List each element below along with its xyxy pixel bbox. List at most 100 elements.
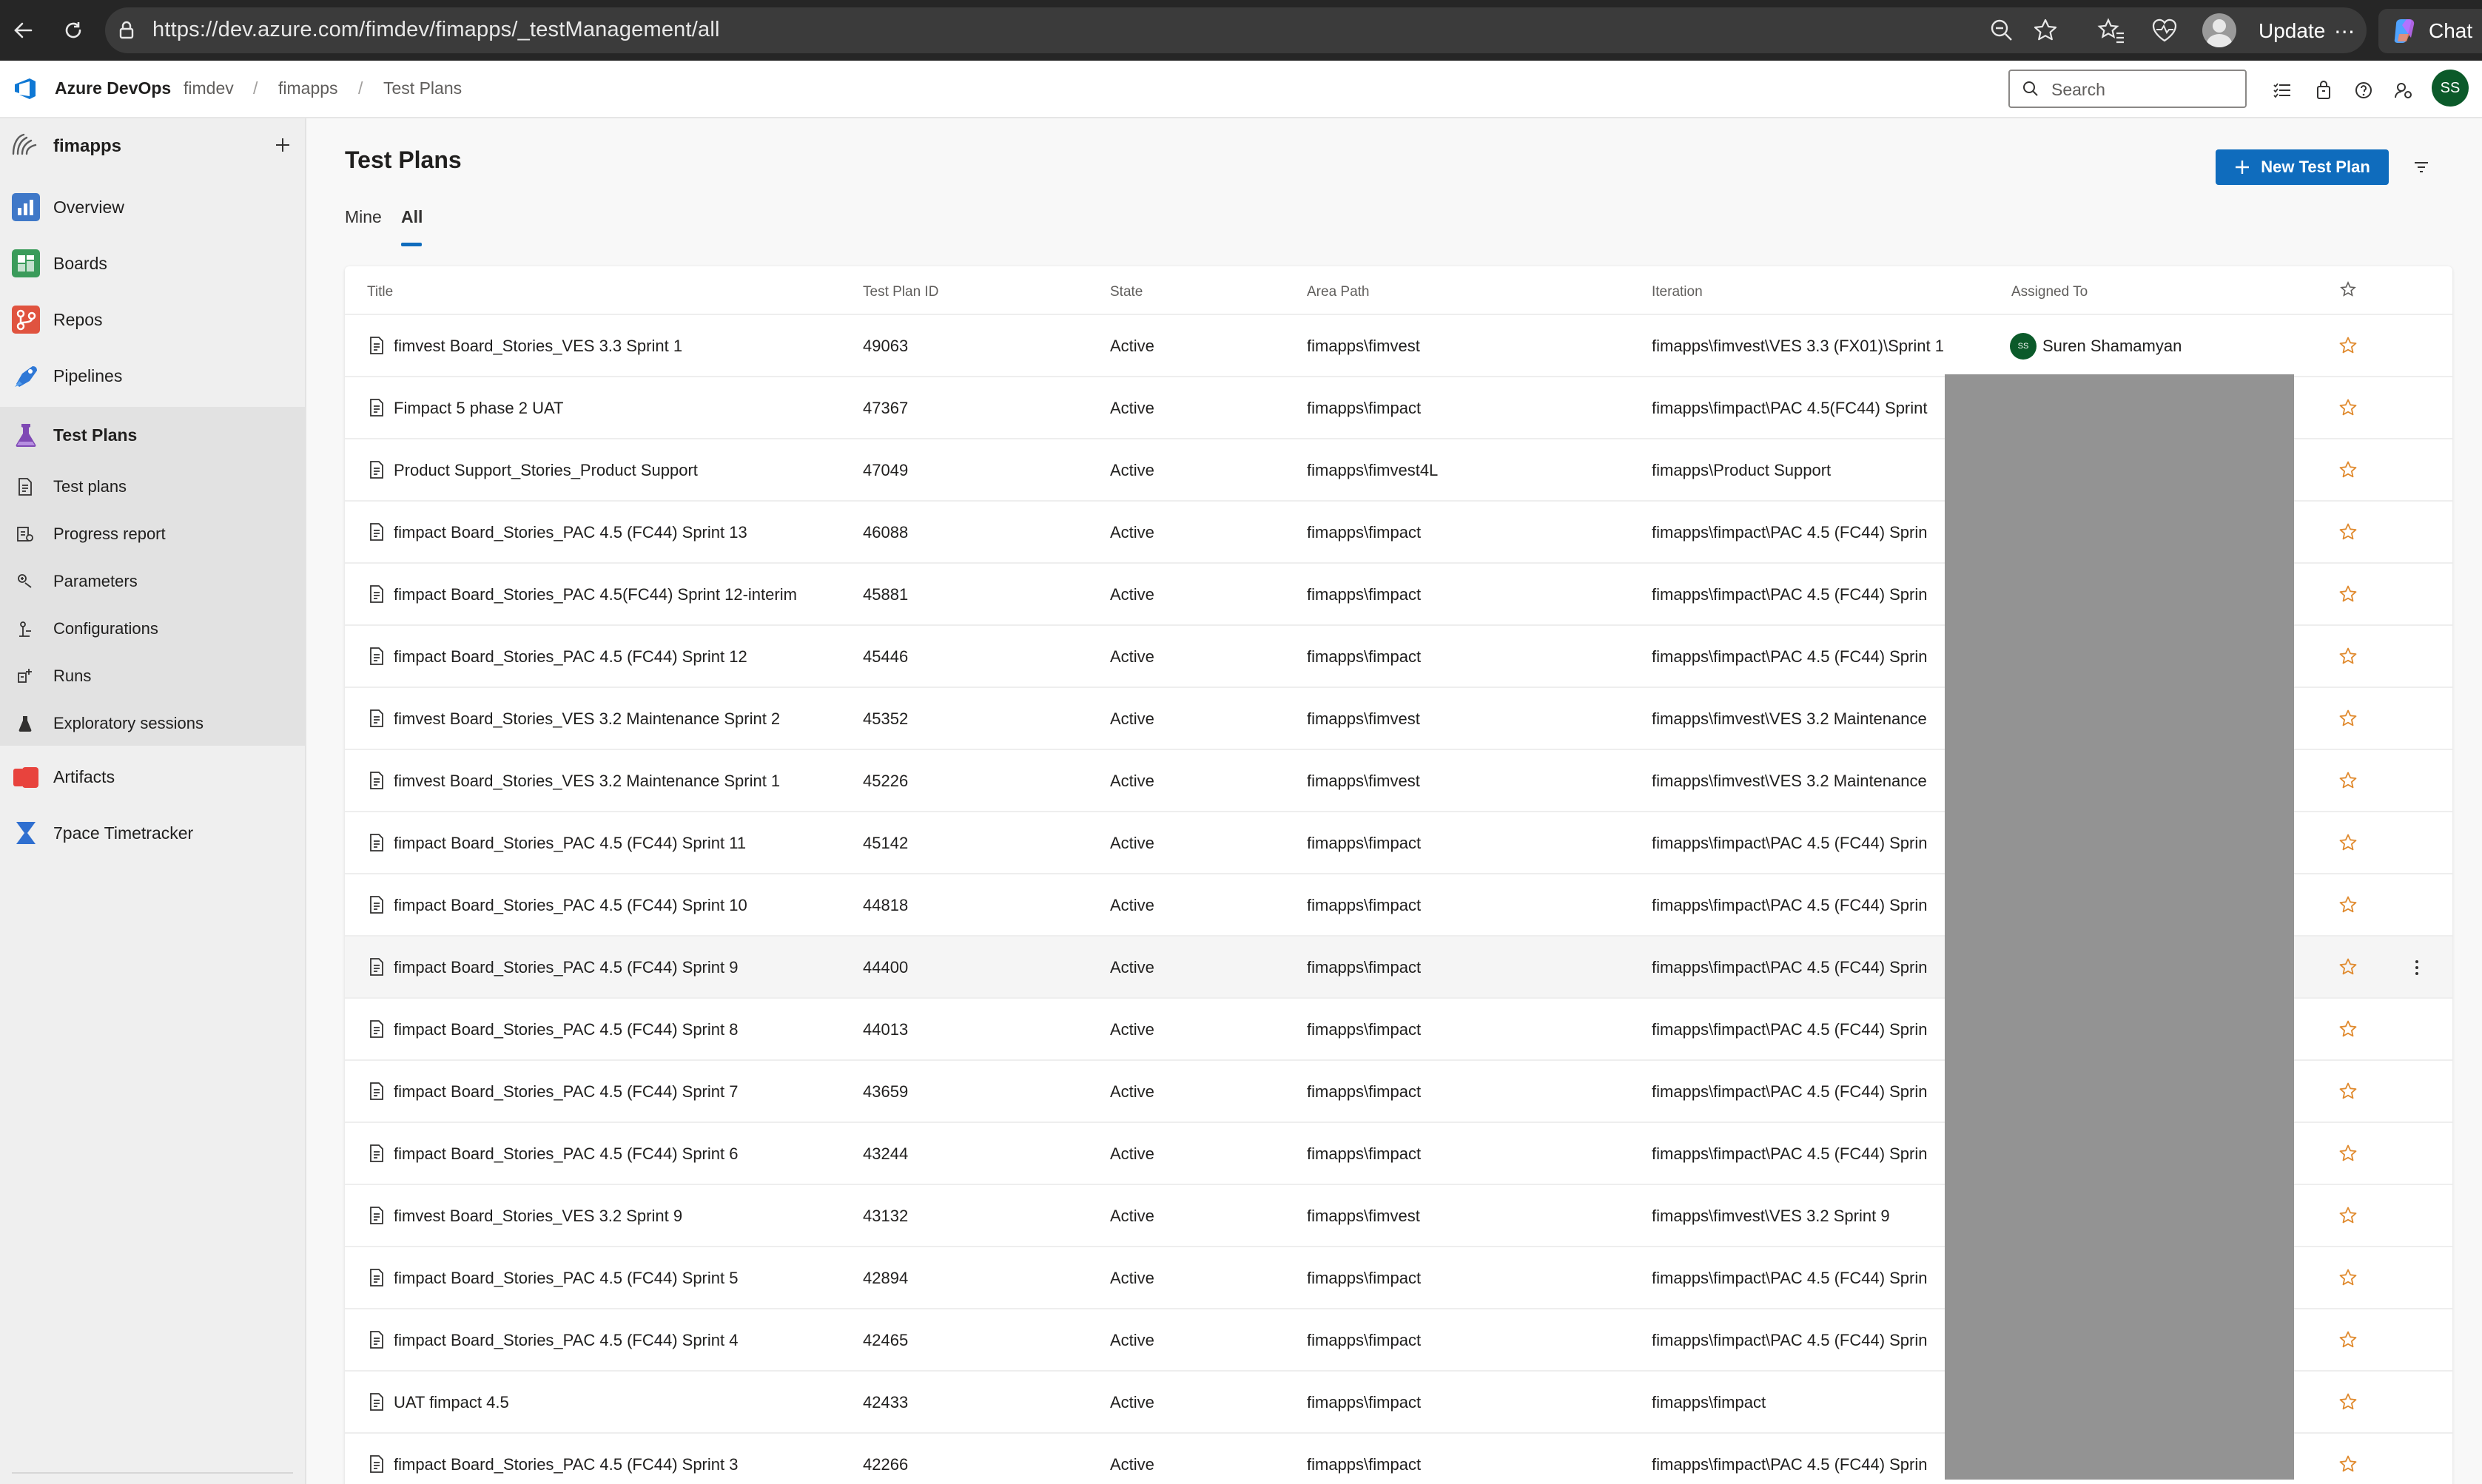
nav-overview[interactable]: Overview (0, 179, 305, 235)
cell-test-plan-id: 43659 (863, 1082, 909, 1101)
cell-title[interactable]: fimvest Board_Stories_VES 3.2 Sprint 9 (394, 1207, 682, 1226)
favorite-star-icon[interactable] (2338, 1082, 2359, 1102)
cell-title[interactable]: fimpact Board_Stories_PAC 4.5 (FC44) Spr… (394, 523, 747, 542)
favorite-star-icon[interactable] (2338, 833, 2359, 854)
active-tab-indicator (401, 243, 422, 246)
user-settings-icon[interactable] (2392, 78, 2415, 102)
favorite-star-icon[interactable] (2338, 1019, 2359, 1040)
search-input[interactable]: Search (2008, 70, 2247, 108)
cell-title[interactable]: fimpact Board_Stories_PAC 4.5 (FC44) Spr… (394, 1331, 738, 1350)
cell-title[interactable]: Fimpact 5 phase 2 UAT (394, 399, 563, 418)
nav-test-plans[interactable]: Test Plans (0, 407, 305, 463)
column-header-state[interactable]: State (1110, 284, 1143, 300)
cell-title[interactable]: fimpact Board_Stories_PAC 4.5 (FC44) Spr… (394, 1455, 738, 1474)
project-header[interactable]: fimapps (0, 118, 305, 172)
favorite-star-icon[interactable] (2338, 1268, 2359, 1289)
cell-title[interactable]: fimpact Board_Stories_PAC 4.5 (FC44) Spr… (394, 647, 747, 667)
cell-title[interactable]: fimpact Board_Stories_PAC 4.5 (FC44) Spr… (394, 1082, 738, 1102)
cell-title[interactable]: fimpact Board_Stories_PAC 4.5 (FC44) Spr… (394, 1020, 738, 1039)
cell-title[interactable]: fimpact Board_Stories_PAC 4.5 (FC44) Spr… (394, 1269, 738, 1288)
cell-test-plan-id: 42433 (863, 1393, 909, 1412)
cell-title[interactable]: fimvest Board_Stories_VES 3.2 Maintenanc… (394, 772, 780, 791)
favorite-star-icon[interactable] (2338, 1330, 2359, 1351)
new-test-plan-button[interactable]: New Test Plan (2216, 149, 2389, 185)
cell-title[interactable]: fimvest Board_Stories_VES 3.2 Maintenanc… (394, 709, 780, 729)
help-icon[interactable] (2352, 78, 2375, 102)
health-icon[interactable] (2149, 15, 2180, 46)
zoom-icon[interactable] (1989, 18, 2014, 43)
filter-icon[interactable] (2405, 151, 2438, 183)
cell-title[interactable]: fimvest Board_Stories_VES 3.3 Sprint 1 (394, 337, 682, 356)
cell-state: Active (1110, 958, 1154, 977)
favorite-star-icon[interactable] (2338, 584, 2359, 605)
favorite-star-icon[interactable] (2338, 1392, 2359, 1413)
cell-title[interactable]: fimpact Board_Stories_PAC 4.5 (FC44) Spr… (394, 958, 738, 977)
favorite-star-icon[interactable] (2338, 957, 2359, 978)
work-items-list-icon[interactable] (2270, 78, 2294, 102)
column-header-iteration[interactable]: Iteration (1652, 284, 1703, 300)
favorite-star-icon[interactable] (2338, 1144, 2359, 1164)
back-icon[interactable] (7, 15, 38, 46)
profile-avatar-icon[interactable] (2202, 13, 2236, 47)
update-button[interactable]: Update ⋯ (2247, 12, 2367, 50)
chat-label: Chat (2429, 19, 2473, 42)
column-header-assigned-to[interactable]: Assigned To (2011, 284, 2088, 300)
nav-boards[interactable]: Boards (0, 235, 305, 291)
favorite-star-icon[interactable] (2338, 895, 2359, 916)
nav-label: Test Plans (53, 425, 138, 445)
cell-title[interactable]: UAT fimpact 4.5 (394, 1393, 509, 1412)
test-plan-icon (369, 1082, 386, 1101)
nav-pipelines[interactable]: Pipelines (0, 348, 305, 404)
cell-title[interactable]: fimpact Board_Stories_PAC 4.5(FC44) Spri… (394, 585, 797, 604)
subnav-runs[interactable]: Runs (0, 652, 305, 700)
more-icon[interactable]: ⋯ (2334, 19, 2355, 44)
nav-artifacts[interactable]: Artifacts (0, 749, 305, 805)
cell-title[interactable]: fimpact Board_Stories_PAC 4.5 (FC44) Spr… (394, 834, 746, 853)
cell-test-plan-id: 43244 (863, 1144, 909, 1163)
favorite-star-icon[interactable] (2338, 709, 2359, 729)
favorite-star-icon[interactable] (2338, 460, 2359, 481)
favorite-star-icon[interactable] (2338, 771, 2359, 792)
cell-state: Active (1110, 337, 1154, 355)
nav-repos[interactable]: Repos (0, 291, 305, 348)
subnav-exploratory-sessions[interactable]: Exploratory sessions (0, 700, 305, 747)
row-more-actions-icon[interactable] (2411, 957, 2423, 978)
favorite-star-icon[interactable] (2338, 522, 2359, 543)
favorite-star-icon[interactable] (2338, 1206, 2359, 1227)
test-plan-icon (369, 1392, 386, 1412)
breadcrumb-page[interactable]: Test Plans (383, 78, 462, 98)
column-header-test-plan-id[interactable]: Test Plan ID (863, 284, 938, 300)
cell-iteration: fimapps\fimpact\PAC 4.5 (FC44) Sprin (1652, 1082, 1928, 1101)
subnav-progress-report[interactable]: Progress report (0, 510, 305, 558)
favorites-column-star-icon[interactable] (2340, 281, 2356, 297)
site-info-icon[interactable] (115, 19, 138, 41)
add-icon[interactable] (266, 129, 299, 161)
cell-title[interactable]: fimpact Board_Stories_PAC 4.5 (FC44) Spr… (394, 896, 747, 915)
favorite-star-icon[interactable] (2338, 647, 2359, 667)
favorite-star-icon[interactable] (2338, 1454, 2359, 1475)
favorite-star-icon[interactable] (2338, 336, 2359, 357)
tab-mine[interactable]: Mine (345, 207, 382, 227)
favorite-star-icon[interactable] (2032, 17, 2059, 44)
column-header-area-path[interactable]: Area Path (1307, 284, 1370, 300)
breadcrumb-project[interactable]: fimapps (278, 78, 338, 98)
subnav-test-plans[interactable]: Test plans (0, 463, 305, 510)
table-row[interactable]: fimvest Board_Stories_VES 3.3 Sprint 1 49… (345, 314, 2452, 376)
address-bar[interactable]: https://dev.azure.com/fimdev/fimapps/_te… (105, 7, 2367, 53)
nav-7pace-timetracker[interactable]: 7pace Timetracker (0, 805, 305, 861)
column-header-title[interactable]: Title (367, 284, 393, 300)
cell-title[interactable]: Product Support_Stories_Product Support (394, 461, 698, 480)
user-avatar[interactable]: SS (2432, 70, 2469, 107)
azure-devops-logo-icon[interactable] (12, 75, 38, 102)
cell-title[interactable]: fimpact Board_Stories_PAC 4.5 (FC44) Spr… (394, 1144, 738, 1164)
refresh-icon[interactable] (58, 15, 89, 46)
subnav-configurations[interactable]: Configurations (0, 605, 305, 652)
chat-button[interactable]: Chat (2378, 9, 2482, 53)
tab-all[interactable]: All (401, 207, 423, 227)
brand-name[interactable]: Azure DevOps (55, 78, 171, 98)
favorite-star-icon[interactable] (2338, 398, 2359, 419)
subnav-parameters[interactable]: Parameters (0, 558, 305, 605)
breadcrumb-org[interactable]: fimdev (184, 78, 234, 98)
marketplace-bag-icon[interactable] (2312, 78, 2335, 102)
favorites-icon[interactable] (2096, 15, 2127, 46)
